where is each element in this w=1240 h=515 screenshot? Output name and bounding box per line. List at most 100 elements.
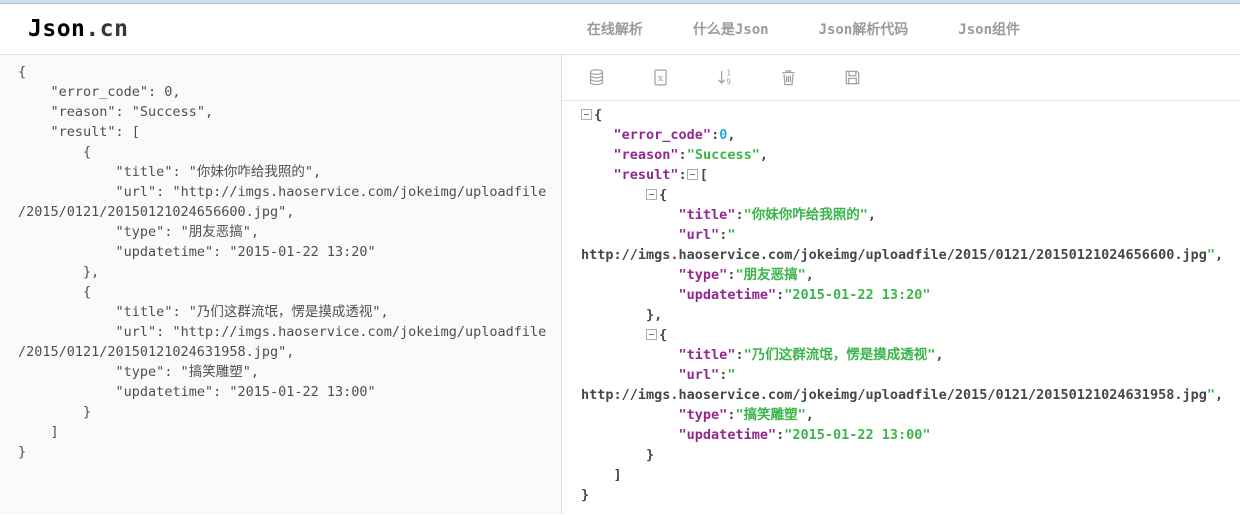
json-token-plain: } [581, 487, 590, 503]
json-line: "url":" [581, 225, 1240, 245]
json-line: "reason":"Success", [581, 145, 1240, 165]
json-token-plain [581, 167, 614, 183]
json-token-key: "type" [678, 267, 728, 283]
json-line: }, [581, 305, 1240, 325]
json-token-key: "updatetime" [678, 287, 777, 303]
json-token-plain: [ [699, 167, 708, 183]
json-line: "title":"你妹你咋给我照的", [581, 205, 1240, 225]
json-line: } [581, 445, 1240, 465]
json-token-key: "updatetime" [678, 427, 777, 443]
json-token-str: "乃们这群流氓，愣是摸成透视" [743, 347, 936, 363]
json-token-plain [581, 147, 614, 163]
json-token-plain: { [594, 107, 603, 123]
collapse-toggle-icon[interactable] [646, 189, 658, 200]
json-token-str: "2015-01-22 13:00" [784, 427, 931, 443]
collapse-toggle-icon[interactable] [686, 169, 698, 180]
json-line: "type":"朋友恶搞", [581, 265, 1240, 285]
json-token-plain: } [581, 447, 655, 463]
svg-text:x: x [657, 73, 663, 84]
save-icon [843, 68, 862, 87]
json-token-plain: , [805, 267, 814, 283]
nav-item-json-components[interactable]: Json组件 [958, 19, 1020, 39]
json-input-panel: { "error_code": 0, "reason": "Success", … [0, 55, 562, 514]
json-token-plain [581, 207, 679, 223]
json-line: ] [581, 465, 1240, 485]
json-token-plain: { [659, 327, 668, 343]
url-link[interactable]: http://imgs.haoservice.com/jokeimg/uploa… [581, 247, 1207, 263]
nav-item-what-is-json[interactable]: 什么是Json [693, 19, 769, 39]
json-token-str: " [727, 367, 736, 383]
json-line: "result": [ [581, 165, 1240, 185]
json-token-plain: , [727, 127, 736, 143]
svg-text:1: 1 [726, 69, 731, 78]
json-token-str: " [727, 227, 736, 243]
json-token-plain: , [1214, 247, 1224, 263]
json-token-key: "url" [678, 367, 720, 383]
json-viewer: { "error_code":0, "reason":"Success", "r… [562, 101, 1240, 505]
json-token-plain: : [678, 147, 687, 163]
json-token-key: "type" [678, 407, 728, 423]
collapse-toggle-icon[interactable] [581, 109, 592, 120]
json-line: http://imgs.haoservice.com/jokeimg/uploa… [581, 385, 1240, 405]
json-token-plain: }, [581, 307, 663, 323]
main-nav: 在线解析 什么是Json Json解析代码 Json组件 [587, 19, 1020, 39]
json-token-str: "搞笑雕塑" [735, 407, 806, 423]
json-line: } [581, 485, 1240, 505]
json-token-plain [581, 407, 679, 423]
json-line: "url":" [581, 365, 1240, 385]
json-token-plain: ] [581, 467, 622, 483]
json-token-plain: : [711, 127, 720, 143]
json-token-plain: , [759, 147, 768, 163]
json-line: "updatetime":"2015-01-22 13:00" [581, 425, 1240, 445]
json-token-key: "error_code" [613, 127, 712, 143]
json-token-plain [581, 427, 679, 443]
json-token-key: "url" [678, 227, 720, 243]
site-logo[interactable]: Json.cn [28, 16, 128, 42]
json-token-key: "title" [678, 347, 736, 363]
json-token-plain [581, 127, 614, 143]
json-token-plain: : [678, 167, 687, 183]
json-token-plain: : [735, 207, 744, 223]
json-token-str: " [1206, 247, 1215, 263]
database-icon [587, 68, 606, 87]
json-line: http://imgs.haoservice.com/jokeimg/uploa… [581, 245, 1240, 265]
nav-item-json-parse-code[interactable]: Json解析代码 [819, 19, 909, 39]
trash-icon [779, 68, 798, 87]
json-token-plain: , [1214, 387, 1224, 403]
json-token-plain [581, 367, 679, 383]
json-token-plain [581, 347, 679, 363]
json-token-str: "2015-01-22 13:20" [784, 287, 931, 303]
json-line: "updatetime":"2015-01-22 13:20" [581, 285, 1240, 305]
json-token-plain [581, 267, 679, 283]
json-token-key: "result" [613, 167, 679, 183]
json-token-key: "reason" [613, 147, 679, 163]
json-token-plain: : [735, 347, 744, 363]
nav-item-online-parse[interactable]: 在线解析 [587, 19, 643, 39]
url-link[interactable]: http://imgs.haoservice.com/jokeimg/uploa… [581, 387, 1207, 403]
json-token-str: "Success" [686, 147, 760, 163]
json-token-str: "朋友恶搞" [735, 267, 806, 283]
svg-text:9: 9 [726, 78, 731, 87]
logo-suffix-text: .cn [85, 16, 129, 42]
json-line: "type":"搞笑雕塑", [581, 405, 1240, 425]
sort-button[interactable]: 1 9 [710, 64, 738, 92]
json-token-plain [581, 187, 646, 203]
json-result-panel: x 1 9 {"error_code":0, "reason":"Succes… [562, 55, 1240, 514]
json-line: { [581, 185, 1240, 205]
compress-button[interactable] [582, 64, 610, 92]
json-input[interactable]: { "error_code": 0, "reason": "Success", … [0, 55, 561, 514]
json-token-plain [581, 227, 679, 243]
json-token-plain: : [776, 287, 785, 303]
json-token-plain: { [659, 187, 668, 203]
save-button[interactable] [838, 64, 866, 92]
json-line: "title":"乃们这群流氓，愣是摸成透视", [581, 345, 1240, 365]
json-token-str: " [1206, 387, 1215, 403]
json-token-plain: , [805, 407, 814, 423]
json-token-str: "你妹你咋给我照的" [743, 207, 868, 223]
xml-convert-button[interactable]: x [646, 64, 674, 92]
collapse-toggle-icon[interactable] [646, 329, 658, 340]
clear-button[interactable] [774, 64, 802, 92]
main-content: { "error_code": 0, "reason": "Success", … [0, 55, 1240, 514]
logo-brand-text: Json [28, 16, 86, 42]
json-token-plain: , [935, 347, 944, 363]
